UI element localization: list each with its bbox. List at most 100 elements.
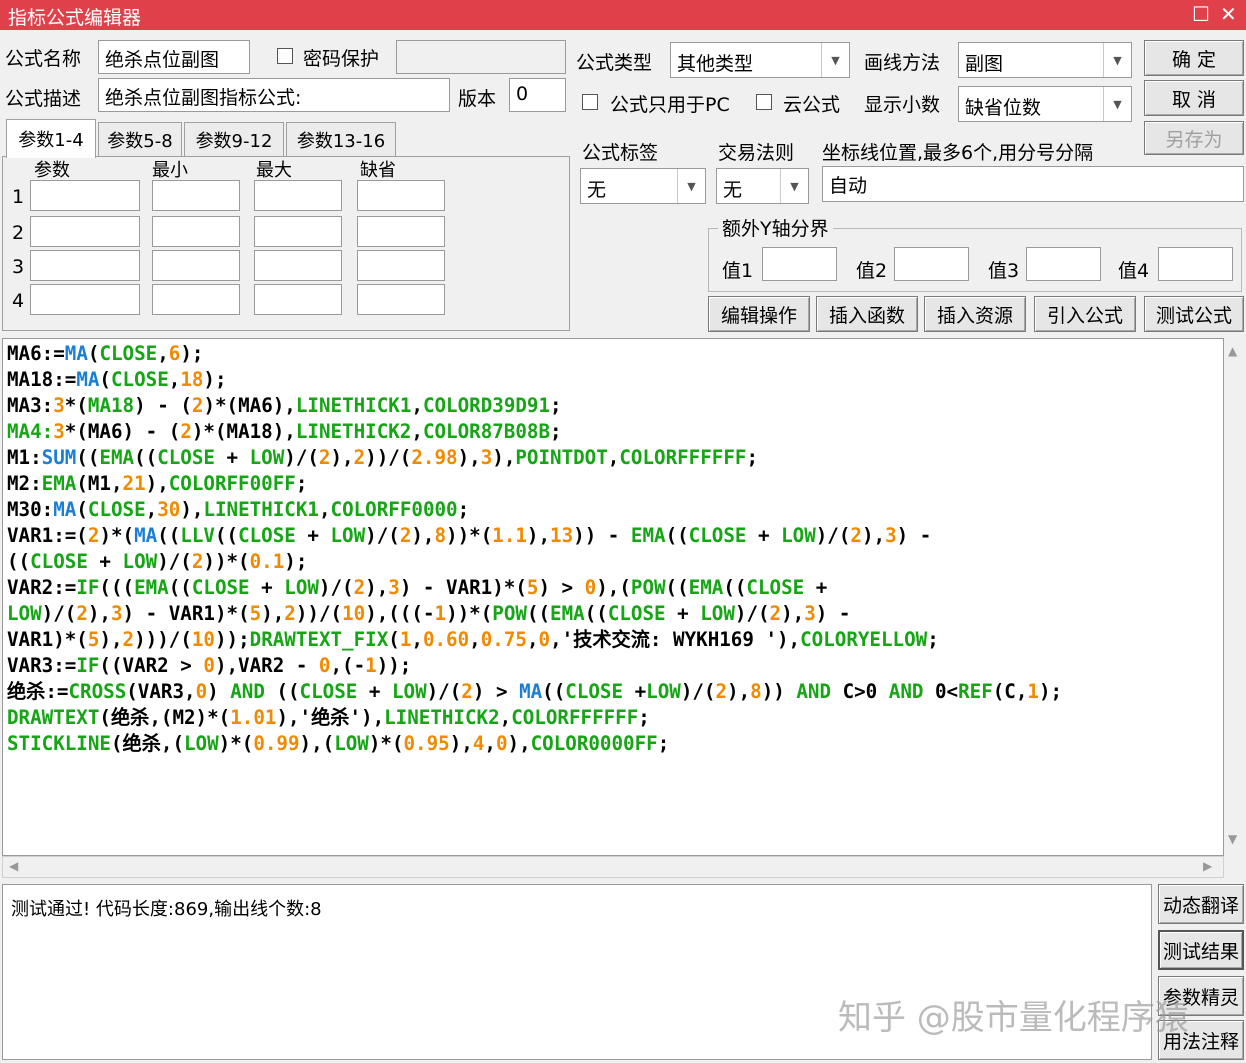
code-line[interactable]: VAR3:=IF((VAR2 > 0),VAR2 - 0,(-1)); bbox=[7, 653, 1062, 679]
code-line[interactable]: M2:EMA(M1,21),COLORFF00FF; bbox=[7, 471, 1062, 497]
type-select[interactable]: 其他类型 ▼ bbox=[670, 42, 850, 78]
test-formula-button[interactable]: 测试公式 bbox=[1144, 296, 1244, 332]
chevron-down-icon[interactable]: ▼ bbox=[780, 169, 808, 203]
draw-select[interactable]: 副图 ▼ bbox=[958, 42, 1132, 78]
param-2-default-input[interactable] bbox=[357, 216, 445, 247]
name-field[interactable]: 绝杀点位副图 bbox=[98, 40, 250, 74]
scroll-left-icon[interactable]: ◀ bbox=[9, 859, 18, 873]
param-4-min-input[interactable] bbox=[152, 284, 240, 315]
code-content[interactable]: MA6:=MA(CLOSE,6); MA18:=MA(CLOSE,18); MA3:… bbox=[7, 341, 1062, 757]
code-line[interactable]: LOW)/(2),3) - VAR1)*(5),2))/(10),(((-1))… bbox=[7, 601, 1062, 627]
import-formula-button[interactable]: 引入公式 bbox=[1034, 296, 1136, 332]
code-line[interactable]: ((CLOSE + LOW)/(2))*(0.1); bbox=[7, 549, 1062, 575]
test-result-button[interactable]: 测试结果 bbox=[1158, 930, 1244, 970]
param-4-name-input[interactable] bbox=[30, 284, 140, 315]
code-line[interactable]: DRAWTEXT(绝杀,(M2)*(1.01),'绝杀'),LINETHICK2… bbox=[7, 705, 1062, 731]
chevron-down-icon[interactable]: ▼ bbox=[677, 169, 705, 203]
code-line[interactable]: VAR2:=IF(((EMA((CLOSE + LOW)/(2),3) - VA… bbox=[7, 575, 1062, 601]
ok-button[interactable]: 确 定 bbox=[1144, 40, 1244, 76]
code-token: ))/( bbox=[365, 446, 412, 469]
param-row-number: 1 bbox=[12, 186, 25, 208]
tab-params-1-4[interactable]: 参数1-4 bbox=[6, 119, 96, 158]
code-token: LOW bbox=[122, 550, 158, 573]
code-token: ), bbox=[526, 524, 551, 547]
param-4-max-input[interactable] bbox=[254, 284, 342, 315]
code-token: , bbox=[526, 628, 539, 651]
scroll-up-icon[interactable]: ▲ bbox=[1228, 344, 1237, 358]
scroll-down-icon[interactable]: ▼ bbox=[1228, 832, 1237, 846]
param-1-max-input[interactable] bbox=[254, 180, 342, 211]
param-1-default-input[interactable] bbox=[357, 180, 445, 211]
value4-field[interactable] bbox=[1158, 247, 1233, 281]
dynamic-translate-button[interactable]: 动态翻译 bbox=[1158, 884, 1244, 924]
code-token: LOW bbox=[646, 680, 681, 703]
code-editor[interactable]: MA6:=MA(CLOSE,6); MA18:=MA(CLOSE,18); MA3:… bbox=[2, 338, 1224, 856]
cloud-checkbox[interactable] bbox=[756, 94, 772, 110]
param-3-min-input[interactable] bbox=[152, 250, 240, 281]
rule-select[interactable]: 无 ▼ bbox=[716, 168, 809, 204]
param-header-min: 最小 bbox=[152, 160, 188, 181]
tab-params-9-12[interactable]: 参数9-12 bbox=[184, 122, 284, 156]
tab-params-13-16[interactable]: 参数13-16 bbox=[286, 122, 396, 156]
param-2-name-input[interactable] bbox=[30, 216, 140, 247]
code-line[interactable]: M1:SUM((EMA((CLOSE + LOW)/(2),2))/(2.98)… bbox=[7, 445, 1062, 471]
name-label: 公式名称 bbox=[5, 48, 82, 70]
code-token: 10 bbox=[342, 602, 366, 625]
password-checkbox[interactable] bbox=[277, 48, 293, 64]
password-field[interactable] bbox=[396, 40, 566, 74]
code-line[interactable]: VAR1)*(5),2)))/(10));DRAWTEXT_FIX(1,0.60… bbox=[7, 627, 1062, 653]
param-4-default-input[interactable] bbox=[357, 284, 445, 315]
cancel-button[interactable]: 取 消 bbox=[1144, 80, 1244, 116]
param-1-min-input[interactable] bbox=[152, 180, 240, 211]
param-3-max-input[interactable] bbox=[254, 250, 342, 281]
scroll-right-icon[interactable]: ▶ bbox=[1203, 859, 1212, 873]
code-token: 8 bbox=[750, 680, 762, 703]
desc-field[interactable]: 绝杀点位副图指标公式: bbox=[98, 78, 450, 112]
version-field[interactable]: 0 bbox=[509, 78, 566, 112]
pc-only-checkbox[interactable] bbox=[582, 94, 598, 110]
code-line[interactable]: MA18:=MA(CLOSE,18); bbox=[7, 367, 1062, 393]
code-line[interactable]: 绝杀:=CROSS(VAR3,0) AND ((CLOSE + LOW)/(2)… bbox=[7, 679, 1062, 705]
code-token: ))*( bbox=[446, 524, 493, 547]
code-token: CLOSE bbox=[746, 576, 805, 599]
param-row-number: 3 bbox=[12, 256, 25, 278]
param-3-default-input[interactable] bbox=[357, 250, 445, 281]
value1-field[interactable] bbox=[762, 247, 837, 281]
decimal-select[interactable]: 缺省位数 ▼ bbox=[958, 86, 1132, 122]
save-as-button[interactable]: 另存为 bbox=[1144, 121, 1244, 155]
value3-field[interactable] bbox=[1026, 247, 1101, 281]
chevron-down-icon[interactable]: ▼ bbox=[1103, 87, 1131, 121]
insert-resource-button[interactable]: 插入资源 bbox=[924, 296, 1026, 332]
chevron-down-icon[interactable]: ▼ bbox=[821, 43, 849, 77]
code-token: 21 bbox=[122, 472, 146, 495]
code-line[interactable]: MA4:3*(MA6) - (2)*(MA18),LINETHICK2,COLO… bbox=[7, 419, 1062, 445]
tag-select[interactable]: 无 ▼ bbox=[580, 168, 706, 204]
restore-icon[interactable]: ☐ bbox=[1192, 2, 1210, 26]
param-2-max-input[interactable] bbox=[254, 216, 342, 247]
code-token: )/( bbox=[157, 550, 192, 573]
code-line[interactable]: MA3:3*(MA18) - (2)*(MA6),LINETHICK1,COLO… bbox=[7, 393, 1062, 419]
code-token: (( bbox=[134, 446, 158, 469]
edit-ops-button[interactable]: 编辑操作 bbox=[708, 296, 810, 332]
value2-field[interactable] bbox=[894, 247, 969, 281]
code-token: ), bbox=[411, 524, 435, 547]
code-line[interactable]: VAR1:=(2)*(MA((LLV((CLOSE + LOW)/(2),8))… bbox=[7, 523, 1062, 549]
code-token: ) - bbox=[896, 524, 932, 547]
code-token: )/( bbox=[426, 680, 462, 703]
param-1-name-input[interactable] bbox=[30, 180, 140, 211]
param-2-min-input[interactable] bbox=[152, 216, 240, 247]
code-line[interactable]: M30:MA(CLOSE,30),LINETHICK1,COLORFF0000; bbox=[7, 497, 1062, 523]
code-token: CLOSE bbox=[30, 550, 88, 573]
close-icon[interactable]: ✕ bbox=[1220, 2, 1237, 26]
code-line[interactable]: MA6:=MA(CLOSE,6); bbox=[7, 341, 1062, 367]
param-3-name-input[interactable] bbox=[30, 250, 140, 281]
chevron-down-icon[interactable]: ▼ bbox=[1103, 43, 1131, 77]
axis-field[interactable]: 自动 bbox=[822, 166, 1244, 202]
code-line[interactable]: STICKLINE(绝杀,(LOW)*(0.99),(LOW)*(0.95),4… bbox=[7, 731, 1062, 757]
insert-function-button[interactable]: 插入函数 bbox=[816, 296, 918, 332]
code-token: LOW bbox=[249, 446, 285, 469]
horizontal-scrollbar[interactable]: ◀ ▶ bbox=[2, 856, 1224, 878]
tab-params-5-8[interactable]: 参数5-8 bbox=[98, 122, 182, 156]
code-token: )*(MA18), bbox=[191, 420, 296, 443]
vertical-scrollbar[interactable]: ▲ ▼ bbox=[1224, 338, 1244, 856]
